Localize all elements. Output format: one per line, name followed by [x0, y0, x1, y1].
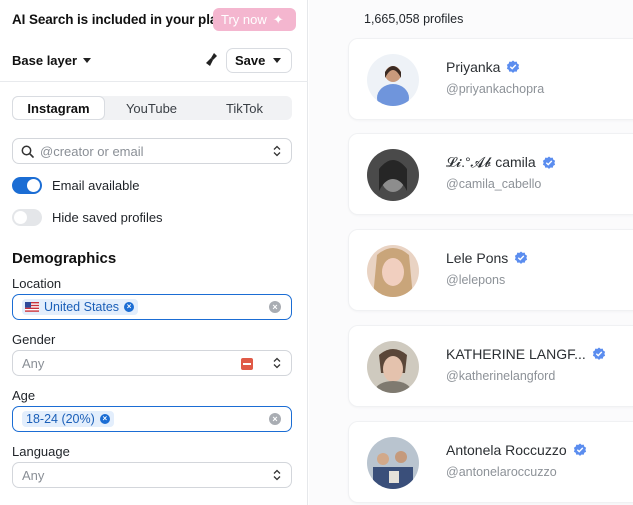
- email-available-label: Email available: [52, 177, 140, 193]
- profile-handle: @katherinelangford: [446, 369, 556, 383]
- filters-sidebar: AI Search is included in your plan Try n…: [0, 0, 308, 505]
- profile-name: Priyanka: [446, 59, 520, 75]
- age-chip-label: 18-24 (20%): [26, 412, 95, 426]
- results-panel: 1,665,058 profiles Priyanka @priyankacho…: [309, 0, 633, 505]
- broom-icon[interactable]: [205, 52, 219, 68]
- save-label: Save: [235, 53, 266, 68]
- location-chip-label: United States: [44, 300, 120, 314]
- verified-badge-icon: [573, 443, 586, 456]
- profile-name-text: Priyanka: [446, 59, 501, 75]
- verified-badge-icon: [507, 60, 520, 73]
- age-field[interactable]: 18-24 (20%) × ×: [12, 406, 292, 432]
- profile-name-text: KATHERINE LANGF...: [446, 346, 586, 362]
- location-field[interactable]: United States × ×: [12, 294, 292, 320]
- base-layer-dropdown[interactable]: Base layer: [12, 53, 92, 68]
- hide-saved-toggle[interactable]: [12, 208, 42, 226]
- verified-badge-icon: [542, 156, 555, 169]
- avatar: [367, 54, 419, 106]
- demographics-heading: Demographics: [12, 250, 117, 267]
- tab-tiktok[interactable]: TikTok: [198, 96, 291, 120]
- sparkle-icon: ✦: [272, 12, 284, 27]
- try-now-button[interactable]: Try now ✦: [213, 8, 296, 31]
- caret-down-icon: [83, 58, 92, 63]
- divider: [0, 81, 308, 82]
- hide-saved-row: Hide saved profiles: [12, 207, 292, 227]
- gender-placeholder: Any: [22, 355, 45, 371]
- profile-name: KATHERINE LANGF...: [446, 346, 606, 362]
- location-chip: United States ×: [22, 299, 139, 315]
- profile-card[interactable]: Priyanka @priyankachopra: [348, 38, 633, 120]
- base-layer-row: Base layer Save: [12, 48, 292, 74]
- ai-search-promo: AI Search is included in your plan Try n…: [12, 8, 296, 31]
- email-available-row: Email available: [12, 175, 292, 195]
- profile-name-text: 𝓛𝓲.°𝓐𝓫 camila: [446, 154, 536, 170]
- us-flag-icon: [25, 302, 39, 312]
- age-label: Age: [12, 388, 36, 403]
- verified-badge-icon: [592, 347, 605, 360]
- profile-handle: @antonelaroccuzzo: [446, 465, 557, 479]
- verified-badge-icon: [515, 251, 528, 264]
- save-button[interactable]: Save: [226, 48, 292, 73]
- search-icon: [21, 145, 34, 158]
- profile-name-text: Antonela Roccuzzo: [446, 442, 567, 458]
- profile-handle: @priyankachopra: [446, 82, 545, 96]
- avatar: [367, 341, 419, 393]
- profiles-count: 1,665,058 profiles: [364, 12, 464, 26]
- updown-icon: [273, 469, 281, 481]
- profile-card[interactable]: 𝓛𝓲.°𝓐𝓫 camila @camila_cabello: [348, 133, 633, 215]
- avatar: [367, 245, 419, 297]
- profile-name: 𝓛𝓲.°𝓐𝓫 camila: [446, 154, 556, 171]
- email-available-toggle[interactable]: [12, 176, 42, 194]
- profile-name: Lele Pons: [446, 250, 528, 266]
- profile-card[interactable]: Lele Pons @lelepons: [348, 229, 633, 311]
- profile-card[interactable]: Antonela Roccuzzo @antonelaroccuzzo: [348, 421, 633, 503]
- remove-chip-icon[interactable]: ×: [124, 302, 135, 312]
- search-input[interactable]: [40, 143, 260, 159]
- calendar-icon: [241, 358, 253, 370]
- promo-text: AI Search is included in your plan: [12, 12, 226, 27]
- avatar: [367, 437, 419, 489]
- hide-saved-label: Hide saved profiles: [52, 209, 163, 225]
- language-placeholder: Any: [22, 467, 45, 483]
- avatar: [367, 149, 419, 201]
- caret-down-icon: [273, 58, 282, 63]
- gender-label: Gender: [12, 332, 56, 347]
- profile-card[interactable]: KATHERINE LANGF... @katherinelangford: [348, 325, 633, 407]
- updown-icon[interactable]: [273, 145, 281, 157]
- profile-handle: @camila_cabello: [446, 177, 542, 191]
- creator-search: [12, 138, 292, 164]
- base-layer-label: Base layer: [12, 53, 78, 68]
- profile-name-text: Lele Pons: [446, 250, 509, 266]
- try-now-label: Try now: [221, 12, 267, 27]
- language-label: Language: [12, 444, 70, 459]
- platform-tabs: Instagram YouTube TikTok: [12, 96, 292, 120]
- clear-icon[interactable]: ×: [269, 413, 281, 425]
- clear-icon[interactable]: ×: [269, 301, 281, 313]
- tab-instagram[interactable]: Instagram: [12, 96, 105, 120]
- location-label: Location: [12, 276, 62, 291]
- profile-handle: @lelepons: [446, 273, 506, 287]
- remove-chip-icon[interactable]: ×: [99, 414, 110, 424]
- updown-icon: [273, 357, 281, 369]
- age-chip: 18-24 (20%) ×: [22, 411, 114, 427]
- profile-name: Antonela Roccuzzo: [446, 442, 587, 458]
- tab-youtube[interactable]: YouTube: [105, 96, 198, 120]
- language-select[interactable]: Any: [12, 462, 292, 488]
- gender-select[interactable]: Any: [12, 350, 292, 376]
